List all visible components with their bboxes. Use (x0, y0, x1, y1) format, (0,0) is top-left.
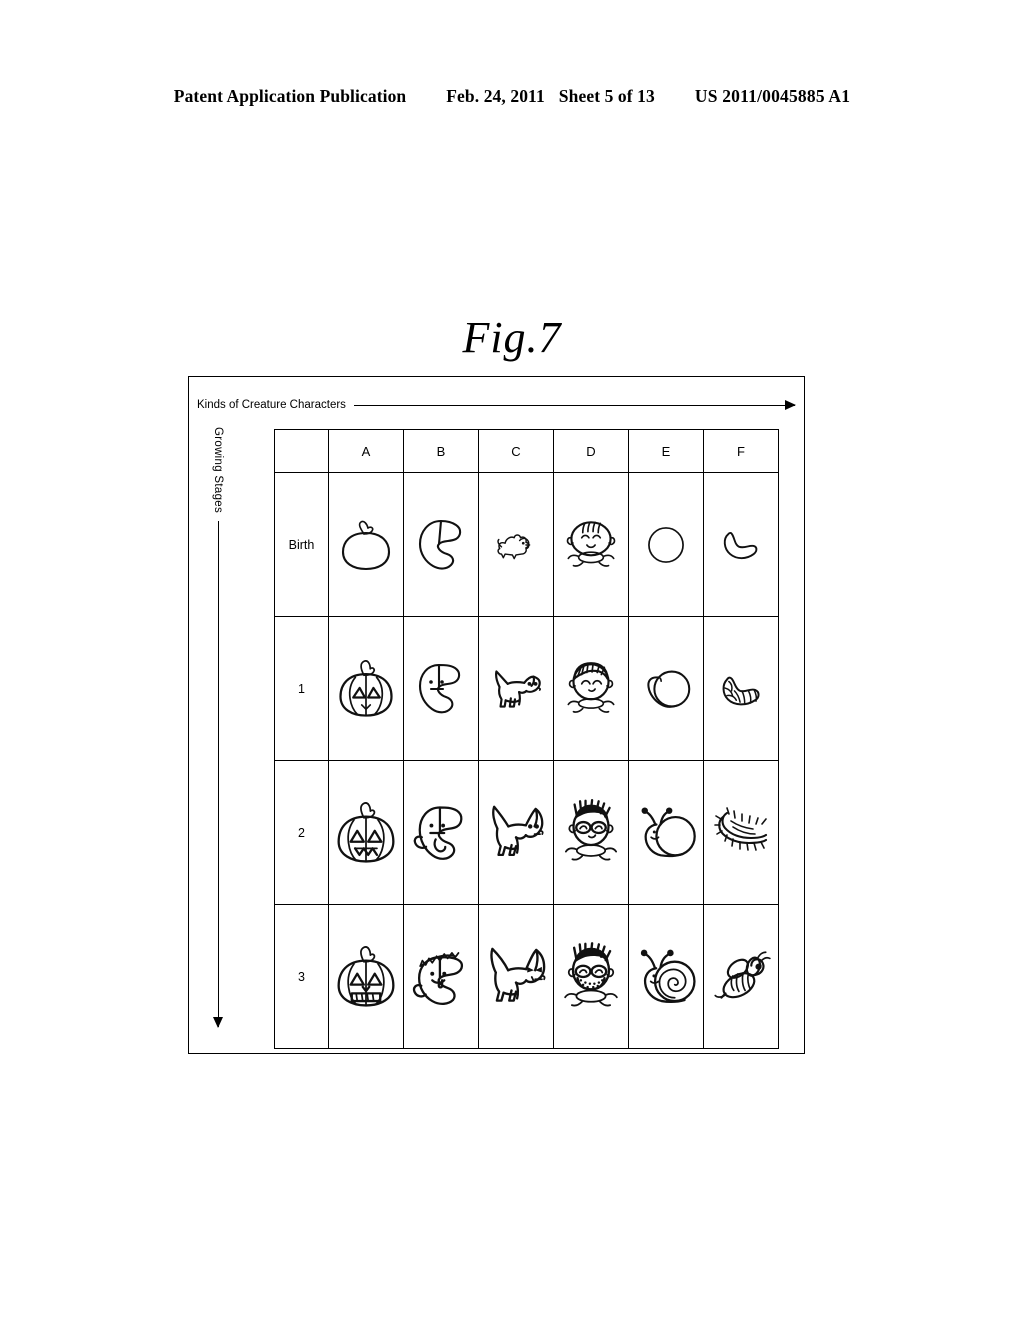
cell-3-e (628, 904, 704, 1049)
corner-header (274, 429, 329, 473)
y-axis-caption-group: Growing Stages (201, 427, 235, 1028)
cell-birth-c (478, 472, 554, 617)
cell-birth-f (703, 472, 779, 617)
table-header-row: A B C D E F (274, 429, 779, 473)
column-header-c: C (478, 429, 554, 473)
cell-3-f (703, 904, 779, 1049)
snail-spiral-icon (629, 905, 703, 1048)
man-beard-icon (554, 905, 628, 1048)
creature-growth-table: A B C D E F Birth 1 2 3 (274, 429, 779, 1049)
pumpkin-toothy-icon (329, 905, 403, 1048)
cell-1-b (403, 616, 479, 761)
bee-icon (704, 905, 778, 1048)
cell-2-d (553, 760, 629, 905)
publication-label: Patent Application Publication (173, 86, 407, 106)
ghost-crown-icon (404, 905, 478, 1048)
cell-2-e (628, 760, 704, 905)
dog-fierce-icon (479, 905, 553, 1048)
cell-2-b (403, 760, 479, 905)
cell-1-f (703, 616, 779, 761)
pumpkin-jack-icon (329, 761, 403, 904)
column-header-d: D (553, 429, 629, 473)
table-row: Birth (274, 472, 779, 617)
cell-2-f (703, 760, 779, 905)
table-row: 3 (274, 904, 779, 1049)
publication-date: Feb. 24, 2011 (446, 86, 545, 106)
table-row: 2 (274, 760, 779, 905)
puppy-small-icon (479, 473, 553, 616)
ghost-blank-icon (404, 473, 478, 616)
cell-2-c (478, 760, 554, 905)
row-header-birth: Birth (274, 472, 329, 617)
sheet-number: Sheet 5 of 13 (558, 86, 655, 106)
row-header-3: 3 (274, 904, 329, 1049)
baby-face-icon (554, 473, 628, 616)
cell-1-d (553, 616, 629, 761)
cell-birth-d (553, 472, 629, 617)
column-header-f: F (703, 429, 779, 473)
dog-young-icon (479, 617, 553, 760)
cell-birth-e (628, 472, 704, 617)
table-row: 1 (274, 616, 779, 761)
y-axis-caption: Growing Stages (212, 427, 224, 514)
row-header-2: 2 (274, 760, 329, 905)
patent-header: Patent Application Publication Feb. 24, … (0, 86, 1024, 107)
pumpkin-plain-icon (329, 473, 403, 616)
column-header-e: E (628, 429, 704, 473)
cell-1-e (628, 616, 704, 761)
cell-birth-a (328, 472, 404, 617)
cell-birth-b (403, 472, 479, 617)
x-axis-arrow-icon (353, 400, 797, 410)
y-axis-arrow-icon (213, 521, 223, 1028)
snail-egg-icon (629, 473, 703, 616)
larva-icon (704, 473, 778, 616)
x-axis-caption: Kinds of Creature Characters (197, 399, 346, 411)
dog-grown-icon (479, 761, 553, 904)
ghost-face-icon (404, 617, 478, 760)
cell-2-a (328, 760, 404, 905)
row-header-1: 1 (274, 616, 329, 761)
column-header-a: A (328, 429, 404, 473)
cell-3-a (328, 904, 404, 1049)
snail-stalks-icon (629, 761, 703, 904)
snail-hatching-icon (629, 617, 703, 760)
cell-1-a (328, 616, 404, 761)
centipede-icon (704, 761, 778, 904)
cell-1-c (478, 616, 554, 761)
cell-3-d (553, 904, 629, 1049)
figure-frame: Kinds of Creature Characters Growing Sta… (188, 376, 805, 1054)
pumpkin-carved-icon (329, 617, 403, 760)
child-face-icon (554, 617, 628, 760)
patent-number: US 2011/0045885 A1 (694, 86, 851, 106)
ghost-arm-icon (404, 761, 478, 904)
column-header-b: B (403, 429, 479, 473)
person-glasses-icon (554, 761, 628, 904)
cell-3-b (403, 904, 479, 1049)
cell-3-c (478, 904, 554, 1049)
caterpillar-icon (704, 617, 778, 760)
x-axis-caption-group: Kinds of Creature Characters (197, 399, 797, 411)
figure-label: Fig.7 (462, 313, 562, 362)
